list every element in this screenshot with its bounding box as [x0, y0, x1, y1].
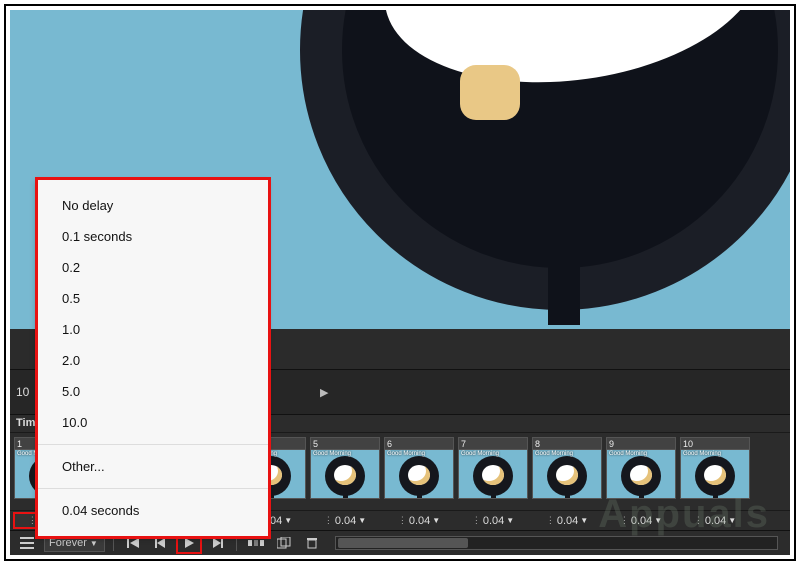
prev-frame-button[interactable]: [150, 534, 172, 552]
next-frame-button[interactable]: [206, 534, 228, 552]
frame-caption: Good Morning: [609, 451, 647, 457]
chevron-down-icon: ▼: [728, 516, 736, 525]
frame-delay-button[interactable]: ⋮0.04▼: [606, 513, 676, 528]
frame-thumbnail[interactable]: 10 Good Morning: [680, 437, 750, 499]
loop-select-label: Forever: [49, 537, 87, 549]
frame-caption: Good Morning: [683, 451, 721, 457]
frame-delay-button[interactable]: ⋮0.04▼: [310, 513, 380, 528]
delay-icon: ⋮: [28, 515, 37, 526]
delay-menu-other[interactable]: Other...: [38, 451, 268, 482]
delay-menu-item[interactable]: No delay: [38, 190, 268, 221]
frame-delay-value: 0.04: [631, 515, 652, 527]
frame-delay-button[interactable]: ⋮0.04▼: [680, 513, 750, 528]
first-frame-button[interactable]: [122, 534, 144, 552]
frame-thumbnail[interactable]: 6 Good Morning: [384, 437, 454, 499]
delay-menu-item[interactable]: 1.0: [38, 314, 268, 345]
tween-icon[interactable]: [245, 534, 267, 552]
frame-thumbnail[interactable]: 8 Good Morning: [532, 437, 602, 499]
timeline-layout-icon[interactable]: [16, 534, 38, 552]
chevron-down-icon: ▼: [358, 516, 366, 525]
frame-delay-button[interactable]: ⋮0.04▼: [384, 513, 454, 528]
playhead-icon[interactable]: ▶: [320, 386, 328, 399]
frame-preview[interactable]: Good Morning: [458, 449, 528, 499]
chevron-down-icon: ▼: [90, 539, 98, 548]
delay-icon: ⋮: [472, 515, 481, 526]
play-button[interactable]: [178, 534, 200, 552]
delay-menu-item[interactable]: 0.1 seconds: [38, 221, 268, 252]
frame-thumbnail[interactable]: 5 Good Morning: [310, 437, 380, 499]
frame-delay-value: 0.04: [483, 515, 504, 527]
delay-menu-item[interactable]: 10.0: [38, 407, 268, 438]
frame-delay-value: 0.04: [557, 515, 578, 527]
chevron-down-icon: ▼: [580, 516, 588, 525]
delay-menu-item[interactable]: 2.0: [38, 345, 268, 376]
duplicate-frame-button[interactable]: [273, 534, 295, 552]
chevron-down-icon: ▼: [432, 516, 440, 525]
frame-preview[interactable]: Good Morning: [532, 449, 602, 499]
frame-delay-value: 0.04: [409, 515, 430, 527]
frames-scrollbar[interactable]: [335, 536, 778, 550]
delay-menu-item[interactable]: 0.2: [38, 252, 268, 283]
frame-caption: Good Morning: [461, 451, 499, 457]
frame-caption: Good Morning: [535, 451, 573, 457]
delay-menu-current[interactable]: 0.04 seconds: [38, 495, 268, 526]
frame-preview[interactable]: Good Morning: [606, 449, 676, 499]
delay-icon: ⋮: [398, 515, 407, 526]
frame-caption: Good Morning: [313, 451, 351, 457]
frame-delay-value: 0.04: [705, 515, 726, 527]
frame-caption: Good Morning: [387, 451, 425, 457]
delay-icon: ⋮: [324, 515, 333, 526]
frame-delay-button[interactable]: ⋮0.04▼: [532, 513, 602, 528]
chevron-down-icon: ▼: [506, 516, 514, 525]
frame-preview[interactable]: Good Morning: [384, 449, 454, 499]
delete-frame-button[interactable]: [301, 534, 323, 552]
scrollbar-thumb[interactable]: [338, 538, 468, 548]
frame-index: 9: [609, 439, 614, 449]
frame-index: 6: [387, 439, 392, 449]
delay-icon: ⋮: [546, 515, 555, 526]
frame-index: 1: [17, 439, 22, 449]
delay-menu-item[interactable]: 0.5: [38, 283, 268, 314]
ruler-tick: 10: [16, 385, 29, 399]
frame-index: 8: [535, 439, 540, 449]
frame-index: 10: [683, 439, 693, 449]
frame-preview[interactable]: Good Morning: [680, 449, 750, 499]
loop-select[interactable]: Forever ▼: [44, 534, 105, 552]
frame-preview[interactable]: Good Morning: [310, 449, 380, 499]
frame-delay-menu: No delay0.1 seconds0.20.51.02.05.010.0 O…: [38, 180, 268, 536]
frame-index: 5: [313, 439, 318, 449]
delay-menu-item[interactable]: 5.0: [38, 376, 268, 407]
frame-delay-value: 0.04: [335, 515, 356, 527]
chevron-down-icon: ▼: [654, 516, 662, 525]
frame-index: 7: [461, 439, 466, 449]
frame-delay-button[interactable]: ⋮0.04▼: [458, 513, 528, 528]
delay-icon: ⋮: [620, 515, 629, 526]
frame-thumbnail[interactable]: 7 Good Morning: [458, 437, 528, 499]
chevron-down-icon: ▼: [284, 516, 292, 525]
frame-thumbnail[interactable]: 9 Good Morning: [606, 437, 676, 499]
delay-icon: ⋮: [694, 515, 703, 526]
